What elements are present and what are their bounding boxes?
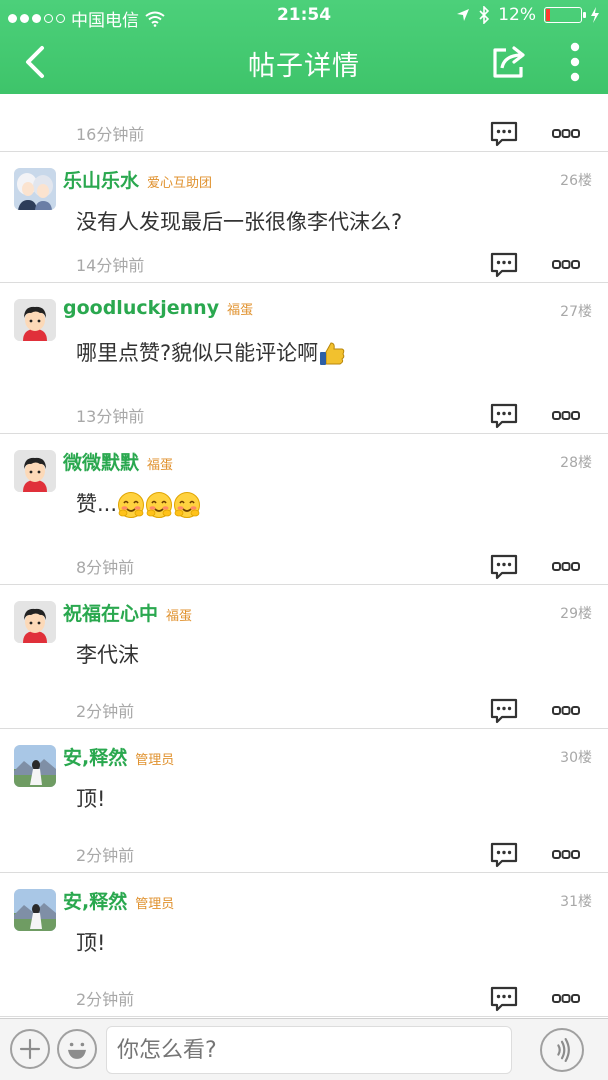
post-text: 顶!	[76, 787, 106, 811]
battery-percent: 12%	[498, 5, 536, 25]
status-bar: 中国电信 21:54 12%	[0, 0, 608, 32]
app-header: 中国电信 21:54 12% 帖子详情	[0, 0, 608, 94]
user-badge: 福蛋	[147, 458, 174, 473]
username[interactable]: 乐山乐水	[63, 170, 139, 192]
username-row: 微微默默 福蛋	[63, 448, 173, 475]
post-item: goodluckjenny 福蛋 27楼 哪里点赞?貌似只能评论啊 13分钟前	[0, 283, 608, 434]
username[interactable]: 安,释然	[63, 891, 127, 913]
photo-avatar-icon[interactable]	[14, 889, 56, 931]
nav-bar: 帖子详情	[0, 32, 608, 94]
post-content: 赞...	[76, 488, 201, 519]
post-content: 顶!	[76, 783, 105, 813]
blush-emoji-icon	[145, 491, 173, 519]
more-options-icon[interactable]	[552, 127, 580, 141]
username-row: 祝福在心中 福蛋	[63, 599, 192, 626]
post-item: 安,释然 管理员 30楼 顶! 2分钟前	[0, 729, 608, 873]
floor-number: 29楼	[560, 606, 592, 622]
post-text: 没有人发现最后一张很像李代沫么?	[76, 210, 403, 234]
comment-input[interactable]	[106, 1026, 512, 1074]
comment-icon[interactable]	[490, 121, 518, 147]
default-avatar-icon[interactable]	[14, 299, 56, 341]
comment-bar	[0, 1018, 608, 1080]
thumbs-up-emoji-icon	[318, 340, 346, 368]
voice-input-button[interactable]	[540, 1028, 584, 1072]
blush-emoji-icon	[117, 491, 145, 519]
post-item: 微微默默 福蛋 28楼 赞... 8分钟前	[0, 434, 608, 585]
comment-icon[interactable]	[490, 842, 518, 868]
post-content: 没有人发现最后一张很像李代沫么?	[76, 206, 402, 236]
username-row: goodluckjenny 福蛋	[63, 297, 253, 319]
comment-icon[interactable]	[490, 698, 518, 724]
blush-emoji-icon	[173, 491, 201, 519]
username[interactable]: 微微默默	[63, 452, 139, 474]
comment-icon[interactable]	[490, 403, 518, 429]
post-text: 哪里点赞?貌似只能评论啊	[76, 341, 319, 365]
more-options-icon[interactable]	[552, 704, 580, 718]
battery-level	[546, 9, 550, 21]
comment-icon[interactable]	[490, 554, 518, 580]
username[interactable]: 祝福在心中	[63, 603, 158, 625]
post-time: 14分钟前	[76, 256, 145, 275]
battery-icon	[544, 7, 586, 23]
post-time: 16分钟前	[76, 125, 145, 144]
post-text: 李代沫	[76, 643, 139, 667]
floor-number: 30楼	[560, 750, 592, 766]
post-text: 顶!	[76, 931, 106, 955]
location-arrow-icon	[457, 9, 470, 21]
username[interactable]: goodluckjenny	[63, 297, 219, 319]
bluetooth-icon	[479, 6, 490, 24]
post-content: 哪里点赞?貌似只能评论啊	[76, 337, 346, 368]
post-time: 13分钟前	[76, 407, 145, 426]
photo-avatar-icon[interactable]	[14, 745, 56, 787]
comment-icon[interactable]	[490, 252, 518, 278]
user-badge: 管理员	[135, 897, 175, 912]
post-time: 2分钟前	[76, 702, 135, 721]
username[interactable]: 安,释然	[63, 747, 127, 769]
post-content: 李代沫	[76, 639, 139, 669]
username-row: 安,释然 管理员	[63, 887, 174, 914]
share-icon[interactable]	[490, 42, 530, 82]
username-row: 乐山乐水 爱心互助团	[63, 166, 212, 193]
post-list: 16分钟前 乐山乐水 爱心互助团 26楼 没有人发现最后一张很像李代沫么? 14分…	[0, 94, 608, 1018]
user-badge: 福蛋	[227, 303, 254, 318]
comment-icon[interactable]	[490, 986, 518, 1012]
more-options-icon[interactable]	[552, 848, 580, 862]
username-row: 安,释然 管理员	[63, 743, 174, 770]
default-avatar-icon[interactable]	[14, 450, 56, 492]
more-options-icon[interactable]	[552, 560, 580, 574]
anime-avatar-icon[interactable]	[14, 168, 56, 210]
user-badge: 爱心互助团	[147, 176, 213, 191]
floor-number: 27楼	[560, 304, 592, 320]
post-time: 2分钟前	[76, 990, 135, 1009]
post-text: 赞...	[76, 492, 118, 516]
post-time: 2分钟前	[76, 846, 135, 865]
post-item: 安,释然 管理员 31楼 顶! 2分钟前	[0, 873, 608, 1017]
default-avatar-icon[interactable]	[14, 601, 56, 643]
add-attachment-button[interactable]	[10, 1029, 50, 1069]
more-options-icon[interactable]	[552, 992, 580, 1006]
floor-number: 31楼	[560, 894, 592, 910]
post-content: 顶!	[76, 927, 105, 957]
post-item: 乐山乐水 爱心互助团 26楼 没有人发现最后一张很像李代沫么? 14分钟前	[0, 152, 608, 283]
emoji-button[interactable]	[57, 1029, 97, 1069]
more-vertical-icon[interactable]	[560, 40, 590, 84]
post-time: 8分钟前	[76, 558, 135, 577]
status-right-group: 12%	[456, 5, 600, 25]
charging-bolt-icon	[591, 7, 599, 23]
post-item-partial: 16分钟前	[0, 94, 608, 152]
post-item: 祝福在心中 福蛋 29楼 李代沫 2分钟前	[0, 585, 608, 729]
more-options-icon[interactable]	[552, 258, 580, 272]
user-badge: 管理员	[135, 753, 175, 768]
floor-number: 28楼	[560, 455, 592, 471]
floor-number: 26楼	[560, 173, 592, 189]
more-options-icon[interactable]	[552, 409, 580, 423]
user-badge: 福蛋	[166, 609, 193, 624]
